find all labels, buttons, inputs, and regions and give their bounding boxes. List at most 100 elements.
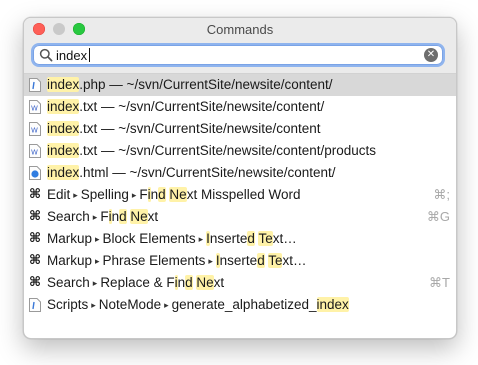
search-field[interactable]: ✕: [33, 45, 443, 65]
match-highlight: Ne: [169, 187, 187, 202]
title-bar: Commands: [24, 18, 456, 40]
match-highlight: d: [158, 187, 166, 202]
label-segment: F: [100, 209, 109, 224]
label-segment: t…: [289, 253, 307, 268]
text-caret: [89, 48, 90, 62]
results-list: index.php — ~/svn/CurrentSite/newsite/co…: [24, 74, 456, 316]
label-segment: Block Elements: [102, 231, 196, 246]
label-segment: n: [111, 209, 120, 224]
label-segment: Scripts: [47, 297, 89, 312]
result-row-file[interactable]: index.php — ~/svn/CurrentSite/newsite/co…: [24, 74, 456, 96]
command-key-icon: ⌘: [28, 275, 42, 290]
submenu-arrow-icon: ▸: [95, 256, 100, 266]
label-segment: Phrase Elements: [102, 253, 206, 268]
result-row-script[interactable]: Scripts ▸ NoteMode ▸ generate_alphabetized_i…: [24, 294, 456, 316]
match-highlight: Te: [258, 231, 273, 246]
match-highlight: index: [47, 165, 80, 180]
match-highlight: index: [47, 143, 80, 158]
label-segment: .html — ~/svn/CurrentSite/newsite/conten…: [79, 165, 336, 180]
submenu-arrow-icon: ▸: [92, 212, 98, 222]
submenu-arrow-icon: ▸: [164, 300, 169, 310]
label-segment: xt: [147, 209, 159, 224]
match-highlight: index: [316, 297, 349, 312]
label-segment: t: [220, 275, 225, 290]
label-segment: NoteMode: [98, 297, 162, 312]
text-file-icon: W: [29, 144, 41, 158]
result-label: Edit ▸ Spelling ▸ Find Next Misspelled Word: [47, 184, 301, 206]
result-label: index.html — ~/svn/CurrentSite/newsite/c…: [47, 162, 336, 184]
commands-window: Commands ✕ index.php — ~/svn/CurrentSite…: [23, 17, 457, 339]
clear-search-icon[interactable]: ✕: [424, 48, 438, 62]
text-file-icon: W: [29, 122, 41, 136]
result-row-command[interactable]: ⌘ Markup ▸ Block Elements ▸ Inserted Text…: [24, 228, 456, 250]
result-label: Scripts ▸ NoteMode ▸ generate_alphabetized_i…: [47, 294, 349, 316]
match-highlight: d: [185, 275, 193, 290]
keyboard-shortcut: ⌘;: [433, 187, 450, 202]
label-segment: nserte: [219, 253, 258, 268]
result-label: index.txt — ~/svn/CurrentSite/newsite/co…: [47, 96, 324, 118]
result-row-file[interactable]: Windex.txt — ~/svn/CurrentSite/newsite/c…: [24, 140, 456, 162]
keyboard-shortcut: ⌘G: [426, 209, 450, 224]
submenu-arrow-icon: ▸: [95, 234, 100, 244]
label-segment: nserte: [209, 231, 248, 246]
label-segment: .txt — ~/svn/CurrentSite/newsite/content: [79, 121, 321, 136]
label-segment: n: [177, 275, 186, 290]
match-highlight: d: [247, 231, 255, 246]
search-area: ✕: [24, 40, 456, 74]
label-segment: Misspelled Word: [197, 187, 301, 202]
result-row-command[interactable]: ⌘ Edit ▸ Spelling ▸ Find Next Misspelled Word…: [24, 184, 456, 206]
label-segment: t…: [279, 231, 297, 246]
command-key-icon: ⌘: [28, 187, 42, 202]
svg-text:W: W: [31, 127, 38, 135]
script-file-icon: [29, 298, 41, 312]
label-segment: Edit: [47, 187, 71, 202]
label-segment: F: [139, 187, 148, 202]
result-label: index.txt — ~/svn/CurrentSite/newsite/co…: [47, 140, 376, 162]
command-key-icon: ⌘: [28, 253, 42, 268]
result-label: index.txt — ~/svn/CurrentSite/newsite/co…: [47, 118, 321, 140]
result-label: index.php — ~/svn/CurrentSite/newsite/co…: [47, 74, 333, 96]
label-segment: .txt — ~/svn/CurrentSite/newsite/content…: [79, 143, 377, 158]
result-row-command[interactable]: ⌘ Search ▸ Find Next ⌘G: [24, 206, 456, 228]
submenu-arrow-icon: ▸: [73, 190, 78, 200]
match-highlight: d: [119, 209, 127, 224]
label-segment: .php — ~/svn/CurrentSite/newsite/content…: [79, 77, 333, 92]
match-highlight: Te: [268, 253, 283, 268]
submenu-arrow-icon: ▸: [208, 256, 213, 266]
label-segment: Spelling: [80, 187, 129, 202]
search-icon: [39, 48, 53, 62]
result-row-command[interactable]: ⌘ Markup ▸ Phrase Elements ▸ Inserted Text…: [24, 250, 456, 272]
keyboard-shortcut: ⌘T: [429, 275, 450, 290]
result-row-file[interactable]: index.html — ~/svn/CurrentSite/newsite/c…: [24, 162, 456, 184]
submenu-arrow-icon: ▸: [91, 300, 96, 310]
result-row-file[interactable]: Windex.txt — ~/svn/CurrentSite/newsite/c…: [24, 96, 456, 118]
svg-text:W: W: [31, 149, 38, 157]
command-key-icon: ⌘: [28, 231, 42, 246]
label-segment: generate_alphabetized_: [171, 297, 317, 312]
match-highlight: d: [257, 253, 265, 268]
window-title: Commands: [206, 22, 274, 37]
label-segment: n: [150, 187, 159, 202]
text-file-icon: W: [29, 100, 41, 114]
label-segment: Replace & F: [100, 275, 175, 290]
submenu-arrow-icon: ▸: [131, 190, 137, 200]
result-label: Markup ▸ Block Elements ▸ Inserted Text…: [47, 228, 297, 250]
command-key-icon: ⌘: [28, 209, 42, 224]
html-file-icon: [29, 166, 41, 180]
match-highlight: index: [47, 77, 80, 92]
svg-text:W: W: [31, 105, 38, 113]
label-segment: Markup: [47, 231, 93, 246]
label-segment: Search: [47, 209, 90, 224]
result-row-command[interactable]: ⌘ Search ▸ Replace & Find Next ⌘T: [24, 272, 456, 294]
php-file-icon: [29, 78, 41, 92]
result-row-file[interactable]: Windex.txt — ~/svn/CurrentSite/newsite/c…: [24, 118, 456, 140]
match-highlight: Ne: [130, 209, 148, 224]
result-label: Search ▸ Replace & Find Next: [47, 272, 224, 294]
match-highlight: index: [47, 99, 80, 114]
label-segment: Search: [47, 275, 90, 290]
submenu-arrow-icon: ▸: [198, 234, 204, 244]
result-label: Search ▸ Find Next: [47, 206, 158, 228]
search-input[interactable]: [56, 46, 416, 64]
submenu-arrow-icon: ▸: [92, 278, 98, 288]
match-highlight: Ne: [196, 275, 214, 290]
